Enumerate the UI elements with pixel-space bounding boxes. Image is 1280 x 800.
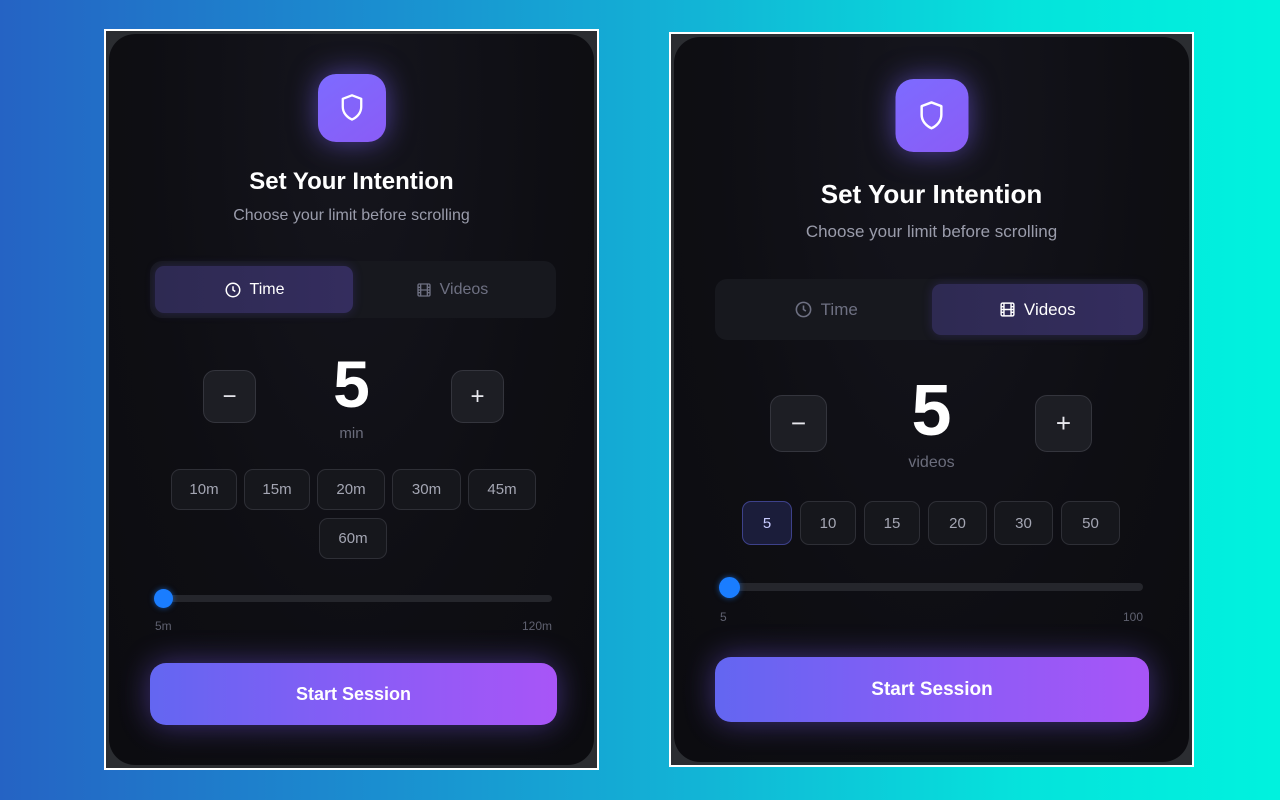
preset-10[interactable]: 10 (800, 501, 856, 545)
slider-max-label: 120m (521, 619, 552, 633)
film-icon (417, 282, 431, 297)
preset-30[interactable]: 30 (994, 501, 1053, 545)
slider-max-label: 100 (1122, 610, 1143, 624)
limit-slider-track[interactable] (155, 595, 552, 602)
preset-20m[interactable]: 20m (317, 469, 385, 510)
preset-60m[interactable]: 60m (319, 518, 387, 559)
increment-button[interactable]: + (451, 370, 504, 423)
preset-5[interactable]: 5 (742, 501, 792, 545)
tab-time-label: Time (820, 299, 858, 319)
clock-icon (795, 301, 812, 318)
page-subtitle: Choose your limit before scrolling (805, 222, 1058, 241)
screenshot-frame-videos: Set Your Intention Choose your limit bef… (669, 32, 1194, 767)
tab-time[interactable]: Time (155, 266, 353, 313)
limit-unit: min (339, 425, 364, 442)
limit-slider-thumb[interactable] (154, 589, 173, 608)
tab-videos[interactable]: Videos (353, 266, 551, 313)
preset-45m[interactable]: 45m (468, 469, 536, 510)
limit-slider-track[interactable] (720, 583, 1143, 591)
page-title: Set Your Intention (820, 179, 1043, 209)
slider-min-label: 5 (720, 610, 727, 624)
slider-min-label: 5m (155, 619, 172, 633)
start-session-button[interactable]: Start Session (715, 657, 1149, 722)
tab-time[interactable]: Time (720, 284, 932, 335)
limit-slider-thumb[interactable] (719, 577, 740, 598)
preset-50[interactable]: 50 (1061, 501, 1120, 545)
tab-time-label: Time (249, 280, 285, 298)
tab-videos-label: Videos (1023, 299, 1076, 319)
preset-15m[interactable]: 15m (244, 469, 310, 510)
shield-badge (317, 74, 386, 142)
screenshot-frame-time: Set Your Intention Choose your limit bef… (104, 29, 599, 770)
intention-card-time: Set Your Intention Choose your limit bef… (109, 34, 594, 765)
limit-value: 5 (911, 371, 952, 451)
page-title: Set Your Intention (249, 168, 454, 195)
tab-videos-label: Videos (439, 280, 489, 298)
increment-button[interactable]: + (1035, 395, 1092, 452)
shield-badge (895, 79, 968, 152)
limit-unit: videos (908, 454, 955, 471)
start-session-button[interactable]: Start Session (150, 663, 557, 725)
preset-20[interactable]: 20 (928, 501, 987, 545)
mode-tabs: Time Videos (150, 261, 556, 318)
clock-icon (225, 282, 241, 297)
preset-30m[interactable]: 30m (392, 469, 461, 510)
preset-15[interactable]: 15 (864, 501, 920, 545)
page-subtitle: Choose your limit before scrolling (233, 207, 470, 224)
limit-value: 5 (333, 347, 370, 421)
intention-card-videos: Set Your Intention Choose your limit bef… (674, 37, 1189, 762)
tab-videos[interactable]: Videos (931, 284, 1143, 335)
shield-icon (920, 100, 943, 130)
shield-icon (341, 94, 362, 121)
film-icon (1000, 302, 1015, 317)
preset-10m[interactable]: 10m (171, 469, 237, 510)
mode-tabs: Time Videos (715, 279, 1148, 340)
